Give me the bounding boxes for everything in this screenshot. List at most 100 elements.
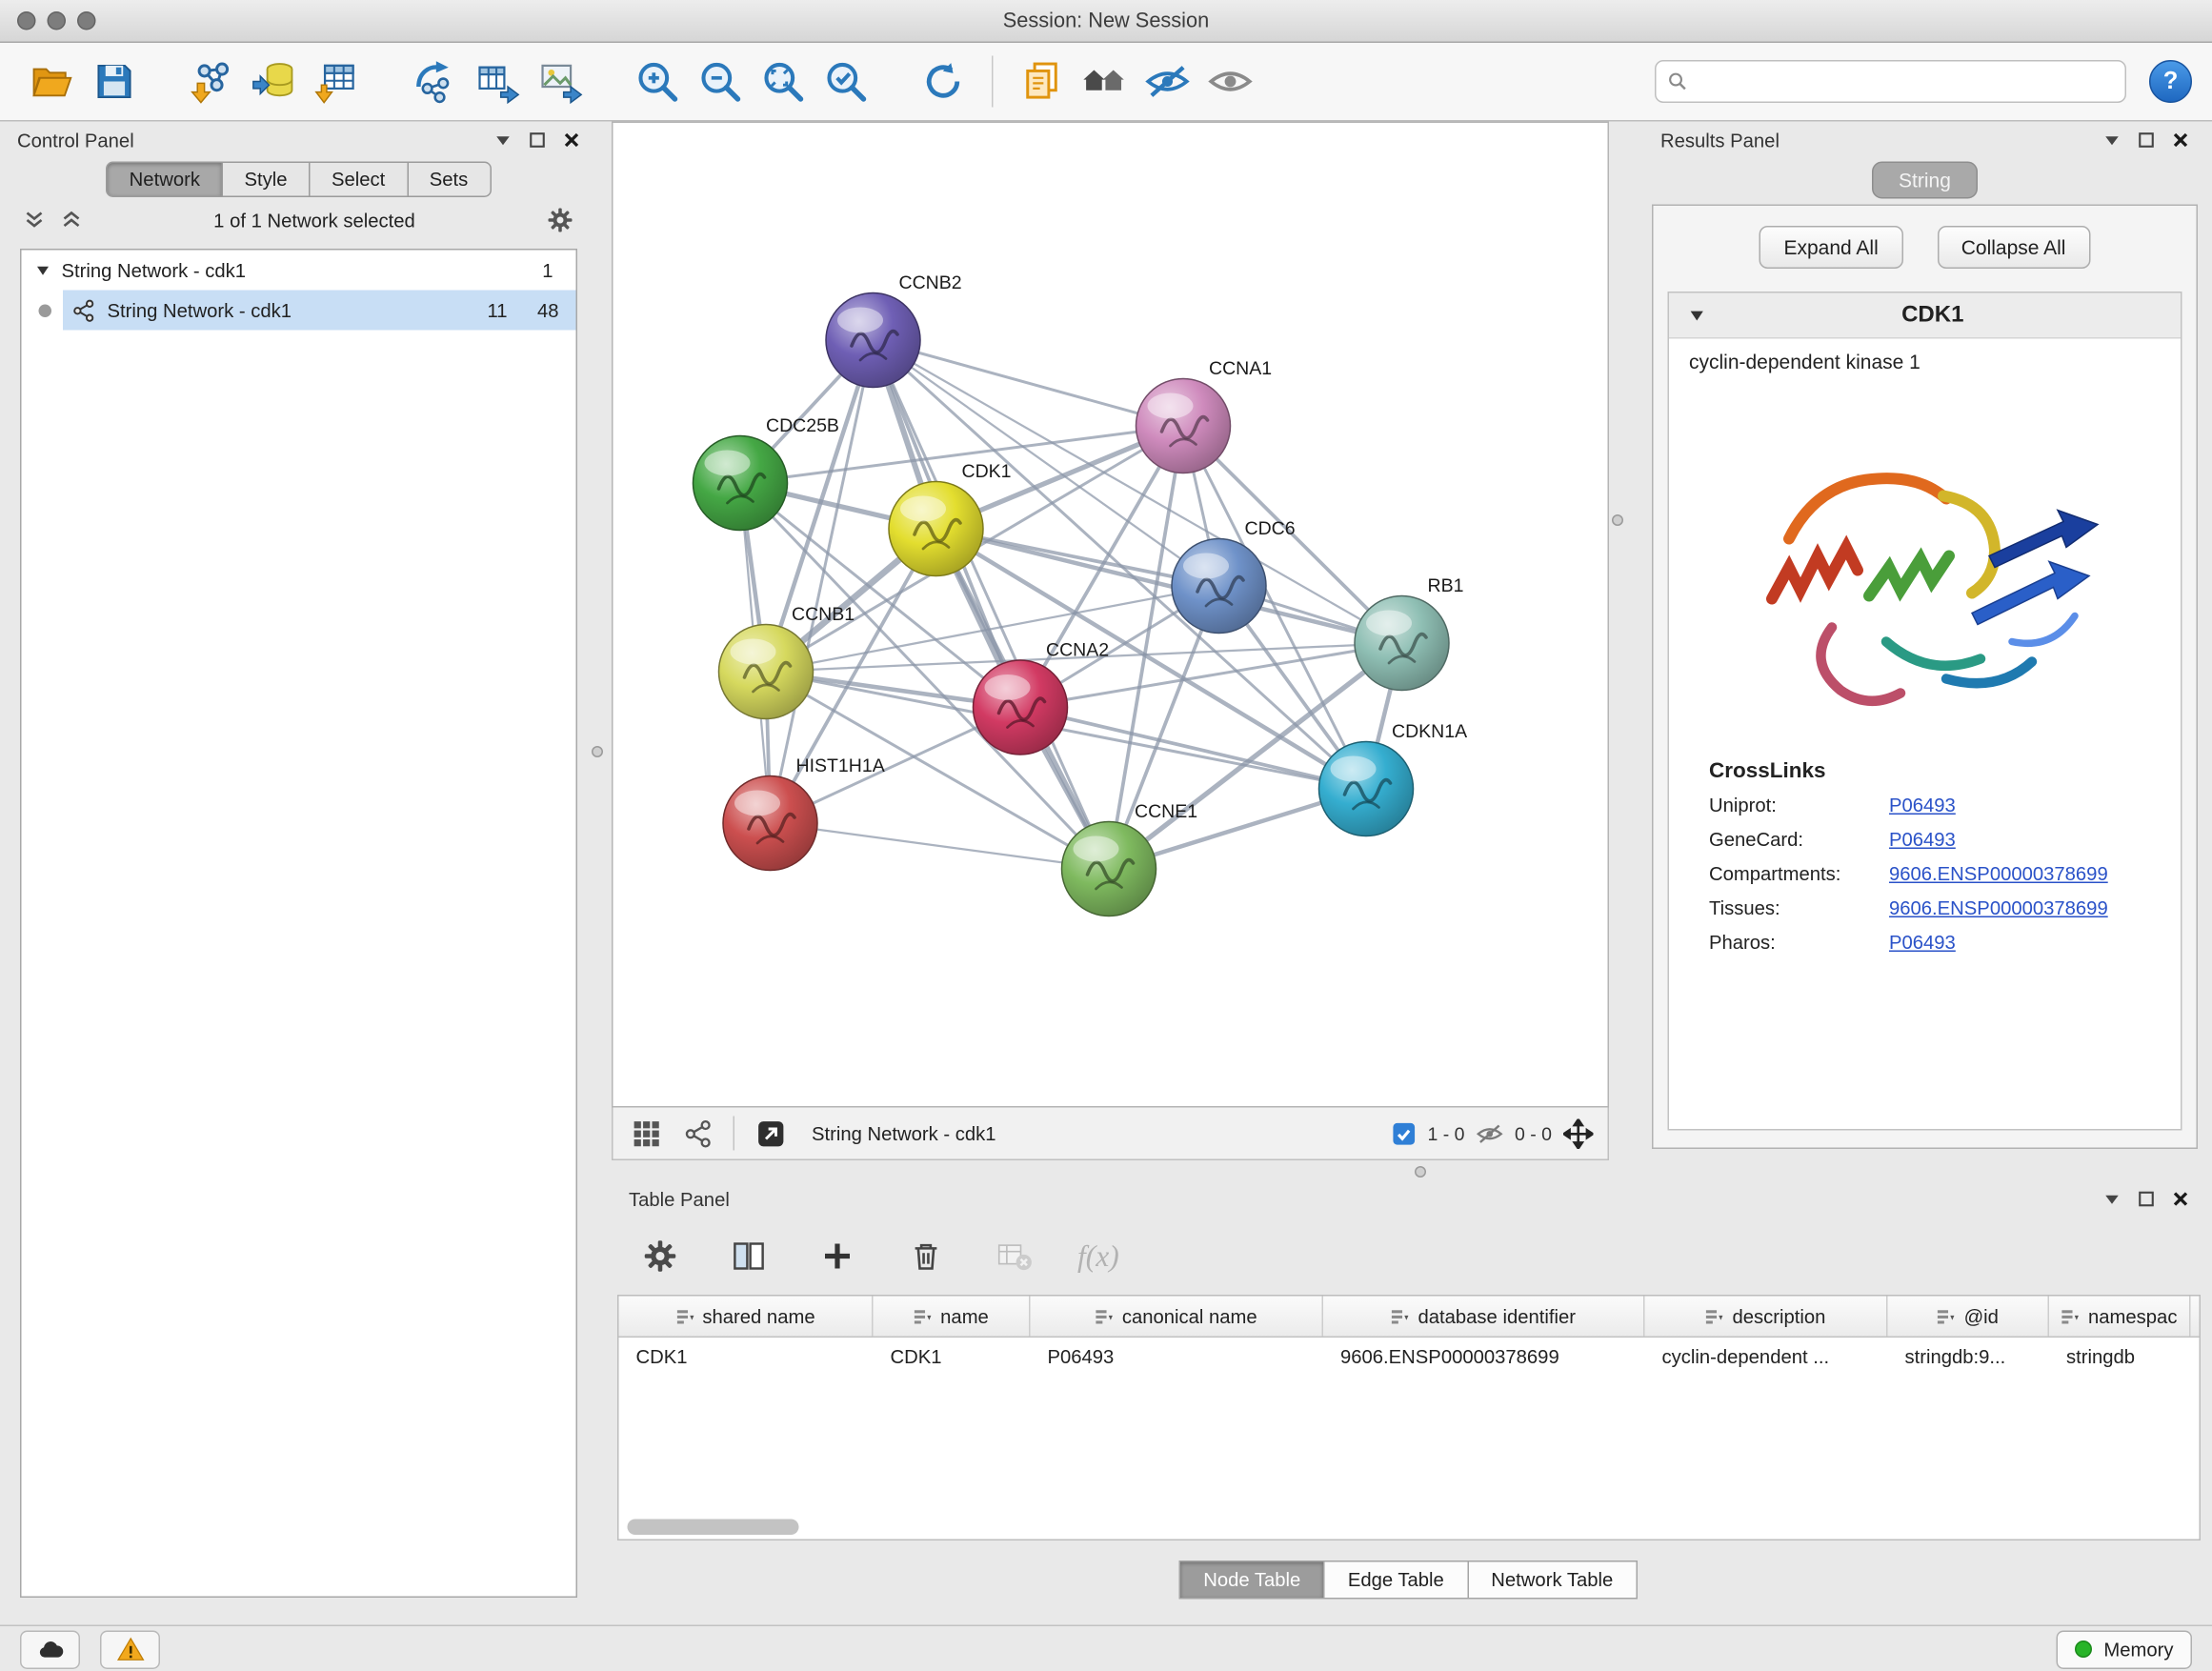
crosslink-value-link[interactable]: P06493 — [1889, 795, 1956, 816]
hidden-eye-slash-icon[interactable] — [1476, 1119, 1503, 1147]
birdseye-view-button[interactable] — [628, 1115, 665, 1152]
selected-checkbox-icon[interactable] — [1392, 1121, 1417, 1146]
selected-network-item[interactable]: String Network - cdk1 11 48 — [63, 291, 576, 331]
import-network-from-file-button[interactable] — [180, 50, 243, 113]
gear-icon[interactable] — [546, 206, 574, 234]
zoom-selected-button[interactable] — [814, 50, 877, 113]
column-header--id[interactable]: @id — [1888, 1297, 2050, 1337]
close-panel-icon[interactable] — [563, 131, 580, 149]
search-input[interactable] — [1688, 70, 2114, 92]
float-panel-icon[interactable] — [2103, 1191, 2121, 1208]
create-column-button[interactable] — [812, 1231, 863, 1282]
zoom-in-button[interactable] — [626, 50, 689, 113]
table-cell[interactable]: stringdb:9... — [1888, 1338, 2050, 1378]
expand-all-button[interactable]: Expand All — [1760, 226, 1902, 269]
zoom-fit-button[interactable] — [752, 50, 814, 113]
import-network-from-database-button[interactable] — [243, 50, 306, 113]
network-node-CDC6[interactable]: CDC6 — [1172, 518, 1296, 634]
chevron-double-up-icon[interactable] — [60, 209, 83, 232]
network-node-CCNB1[interactable]: CCNB1 — [719, 604, 855, 719]
open-panels-button[interactable] — [1011, 50, 1074, 113]
network-node-HIST1H1A[interactable]: HIST1H1A — [723, 755, 885, 871]
float-panel-icon[interactable] — [2103, 131, 2121, 149]
collapse-all-button[interactable]: Collapse All — [1937, 226, 2090, 269]
network-canvas[interactable]: CCNB2CCNA1CDC25BCDK1CDC6RB1CCNB1CCNA2CDK… — [612, 122, 1609, 1108]
network-graph[interactable]: CCNB2CCNA1CDC25BCDK1CDC6RB1CCNB1CCNA2CDK… — [613, 123, 1611, 1109]
table-row[interactable]: CDK1CDK1P064939606.ENSP00000378699cyclin… — [619, 1338, 2200, 1378]
cloud-status-button[interactable] — [20, 1630, 80, 1669]
first-neighbors-button[interactable] — [1074, 50, 1136, 113]
horizontal-scrollbar[interactable] — [628, 1520, 799, 1536]
left-splitter[interactable] — [597, 122, 612, 1619]
delete-column-button[interactable] — [900, 1231, 952, 1282]
table-cell[interactable]: 9606.ENSP00000378699 — [1323, 1338, 1645, 1378]
maximize-panel-icon[interactable] — [2138, 131, 2155, 149]
crosslink-value-link[interactable]: P06493 — [1889, 829, 1956, 851]
table-cell[interactable]: P06493 — [1031, 1338, 1324, 1378]
table-settings-button[interactable] — [634, 1231, 686, 1282]
close-panel-icon[interactable] — [2172, 1191, 2189, 1208]
crosslink-value-link[interactable]: 9606.ENSP00000378699 — [1889, 897, 2108, 919]
show-columns-button[interactable] — [723, 1231, 774, 1282]
column-header-canonical-name[interactable]: canonical name — [1031, 1297, 1324, 1337]
show-all-button[interactable] — [1199, 50, 1262, 113]
save-session-button[interactable] — [83, 50, 146, 113]
table-toolbar: f(x) — [612, 1218, 2206, 1295]
apply-layout-button[interactable] — [912, 50, 975, 113]
pan-crosshair-icon[interactable] — [1563, 1118, 1594, 1149]
column-header-description[interactable]: description — [1645, 1297, 1888, 1337]
column-header-database-identifier[interactable]: database identifier — [1323, 1297, 1645, 1337]
table-cell[interactable]: stringdb — [2049, 1338, 2191, 1378]
right-splitter[interactable] — [1609, 122, 1623, 1161]
column-header-name[interactable]: name — [874, 1297, 1031, 1337]
table-cell[interactable]: CDK1 — [619, 1338, 874, 1378]
float-panel-icon[interactable] — [494, 131, 512, 149]
network-node-RB1[interactable]: RB1 — [1355, 575, 1463, 691]
open-session-button[interactable] — [20, 50, 83, 113]
memory-button[interactable]: Memory — [2057, 1630, 2192, 1669]
network-node-CCNA1[interactable]: CCNA1 — [1136, 358, 1273, 473]
bottom-splitter-handle[interactable] — [1415, 1166, 1426, 1178]
tab-network-table[interactable]: Network Table — [1467, 1560, 1638, 1600]
network-edge-CCNB2-CCNE1[interactable] — [874, 340, 1110, 869]
hide-selected-button[interactable] — [1136, 50, 1199, 113]
collapse-triangle-icon[interactable] — [1689, 308, 1705, 324]
tab-sets[interactable]: Sets — [407, 162, 492, 198]
crosslink-value-link[interactable]: 9606.ENSP00000378699 — [1889, 863, 2108, 885]
network-node-CDK1[interactable]: CDK1 — [889, 461, 1012, 575]
crosslink-value-link[interactable]: P06493 — [1889, 932, 1956, 954]
export-image-button[interactable] — [529, 50, 592, 113]
network-row[interactable]: String Network - cdk1 11 48 — [22, 291, 576, 331]
tab-style[interactable]: Style — [221, 162, 310, 198]
maximize-panel-icon[interactable] — [2138, 1191, 2155, 1208]
table-cell[interactable]: cyclin-dependent ... — [1645, 1338, 1888, 1378]
network-edge-CCNB2-HIST1H1A[interactable] — [771, 340, 874, 823]
column-header-namespac[interactable]: namespac — [2049, 1297, 2191, 1337]
tab-string[interactable]: String — [1872, 162, 1979, 199]
right-splitter-handle[interactable] — [1612, 514, 1623, 526]
new-network-button[interactable] — [403, 50, 466, 113]
zoom-out-button[interactable] — [689, 50, 752, 113]
export-view-button[interactable] — [752, 1115, 789, 1152]
left-splitter-handle[interactable] — [592, 746, 603, 757]
warnings-button[interactable] — [100, 1630, 160, 1669]
tab-node-table[interactable]: Node Table — [1179, 1560, 1325, 1600]
network-edge-HIST1H1A-CCNE1[interactable] — [771, 823, 1110, 869]
help-button[interactable]: ? — [2149, 60, 2192, 103]
network-node-CCNB2[interactable]: CCNB2 — [826, 272, 962, 388]
collapse-triangle-icon[interactable] — [36, 263, 50, 277]
export-table-button[interactable] — [466, 50, 529, 113]
table-cell[interactable]: CDK1 — [874, 1338, 1031, 1378]
close-panel-icon[interactable] — [2172, 131, 2189, 149]
node-table: shared namenamecanonical namedatabase id… — [617, 1295, 2201, 1540]
tab-select[interactable]: Select — [309, 162, 408, 198]
tab-network[interactable]: Network — [107, 162, 223, 198]
tab-edge-table[interactable]: Edge Table — [1323, 1560, 1468, 1600]
network-overview-button[interactable] — [679, 1115, 716, 1152]
import-table-from-file-button[interactable] — [306, 50, 369, 113]
column-header-shared-name[interactable]: shared name — [619, 1297, 874, 1337]
network-collection-row[interactable]: String Network - cdk1 1 — [22, 251, 576, 291]
search-box[interactable] — [1655, 60, 2126, 103]
chevron-double-down-icon[interactable] — [23, 209, 46, 232]
maximize-panel-icon[interactable] — [529, 131, 546, 149]
